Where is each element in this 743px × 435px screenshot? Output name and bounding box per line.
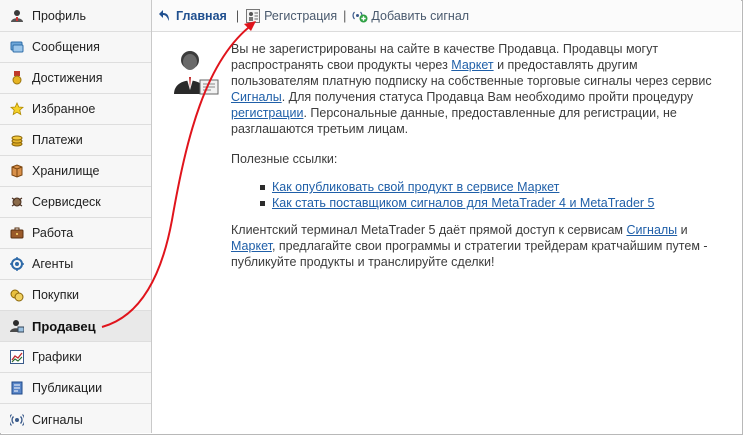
sidebar-item-label: Сообщения <box>32 40 100 54</box>
person-icon <box>10 9 24 23</box>
sidebar-item-publications[interactable]: Публикации <box>0 373 151 404</box>
sidebar-item-label: Платежи <box>32 133 83 147</box>
footer-market-link[interactable]: Маркет <box>231 239 272 253</box>
footer-text-part: , предлагайте свои программы и стратегии… <box>231 239 708 269</box>
add-signal-link[interactable]: Добавить сигнал <box>371 9 469 23</box>
agents-icon <box>10 257 24 271</box>
signals-provider-guide-link[interactable]: Как стать поставщиком сигналов для MetaT… <box>272 195 654 211</box>
sidebar-item-storage[interactable]: Хранилище <box>0 156 151 187</box>
footer-text: Клиентский терминал MetaTrader 5 даёт пр… <box>231 222 726 270</box>
briefcase-icon <box>10 226 24 240</box>
sidebar-item-charts[interactable]: Графики <box>0 342 151 373</box>
sidebar-item-label: Сигналы <box>32 412 83 427</box>
intro-text-part: . Для получения статуса Продавца Вам нео… <box>281 90 694 104</box>
registration-icon <box>245 8 261 24</box>
sidebar-item-profile[interactable]: Профиль <box>0 0 151 32</box>
sidebar-item-label: Покупки <box>32 288 80 302</box>
chart-icon <box>10 350 24 364</box>
footer-text-part: и <box>677 223 688 237</box>
publications-icon <box>10 381 24 395</box>
sidebar: Профиль Сообщения Достижения Избранное П… <box>0 0 152 433</box>
message-icon <box>10 40 24 54</box>
list-item: Как опубликовать свой продукт в сервисе … <box>260 179 654 195</box>
signals-icon <box>10 413 24 427</box>
medal-icon <box>10 71 24 85</box>
sidebar-item-label: Хранилище <box>32 164 100 178</box>
sidebar-item-label: Агенты <box>32 257 74 271</box>
sidebar-item-label: Сервисдеск <box>32 195 101 209</box>
star-icon <box>10 102 24 116</box>
seller-icon <box>10 319 24 333</box>
sidebar-item-label: Публикации <box>32 381 103 395</box>
bullet-icon <box>260 184 265 190</box>
sidebar-item-favorites[interactable]: Избранное <box>0 94 151 125</box>
sidebar-item-purchases[interactable]: Покупки <box>0 280 151 311</box>
market-link[interactable]: Маркет <box>451 58 493 72</box>
sidebar-item-label: Достижения <box>32 71 103 85</box>
registration-text-link[interactable]: регистрации <box>231 106 303 120</box>
footer-signals-link[interactable]: Сигналы <box>626 223 677 237</box>
servicedesk-icon <box>10 195 24 209</box>
storage-icon <box>10 164 24 178</box>
sidebar-item-label: Графики <box>32 350 82 364</box>
sidebar-item-seller[interactable]: Продавец <box>0 311 151 342</box>
useful-links-list: Как опубликовать свой продукт в сервисе … <box>260 179 654 211</box>
sidebar-item-label: Избранное <box>32 102 96 116</box>
intro-text: Вы не зарегистрированы на сайте в качест… <box>231 41 721 137</box>
main-content: Вы не зарегистрированы на сайте в качест… <box>152 32 741 433</box>
footer-text-part: Клиентский терминал MetaTrader 5 даёт пр… <box>231 223 627 237</box>
home-link[interactable]: Главная <box>176 9 227 23</box>
sidebar-item-signals[interactable]: Сигналы <box>0 404 151 435</box>
signals-link[interactable]: Сигналы <box>231 90 282 104</box>
seller-avatar-icon <box>174 46 220 98</box>
toolbar-separator: | <box>235 8 240 23</box>
registration-link[interactable]: Регистрация <box>264 9 337 23</box>
sidebar-item-label: Работа <box>32 226 74 240</box>
list-item: Как стать поставщиком сигналов для MetaT… <box>260 195 654 211</box>
sidebar-item-label: Профиль <box>32 8 86 23</box>
toolbar-separator: | <box>343 8 347 23</box>
sidebar-item-agents[interactable]: Агенты <box>0 249 151 280</box>
add-signal-icon <box>352 8 368 24</box>
sidebar-item-achievements[interactable]: Достижения <box>0 63 151 94</box>
useful-links-title: Полезные ссылки: <box>231 152 338 166</box>
coins-icon <box>10 133 24 147</box>
sidebar-item-servicedesk[interactable]: Сервисдеск <box>0 187 151 218</box>
sidebar-item-payments[interactable]: Платежи <box>0 125 151 156</box>
bullet-icon <box>260 200 265 206</box>
purchases-icon <box>10 288 24 302</box>
sidebar-item-label: Продавец <box>32 318 96 334</box>
market-guide-link[interactable]: Как опубликовать свой продукт в сервисе … <box>272 179 559 195</box>
toolbar: Главная | Регистрация | Добавить сигнал <box>152 0 741 32</box>
sidebar-item-work[interactable]: Работа <box>0 218 151 249</box>
back-arrow-icon[interactable] <box>158 8 174 24</box>
sidebar-item-messages[interactable]: Сообщения <box>0 32 151 63</box>
